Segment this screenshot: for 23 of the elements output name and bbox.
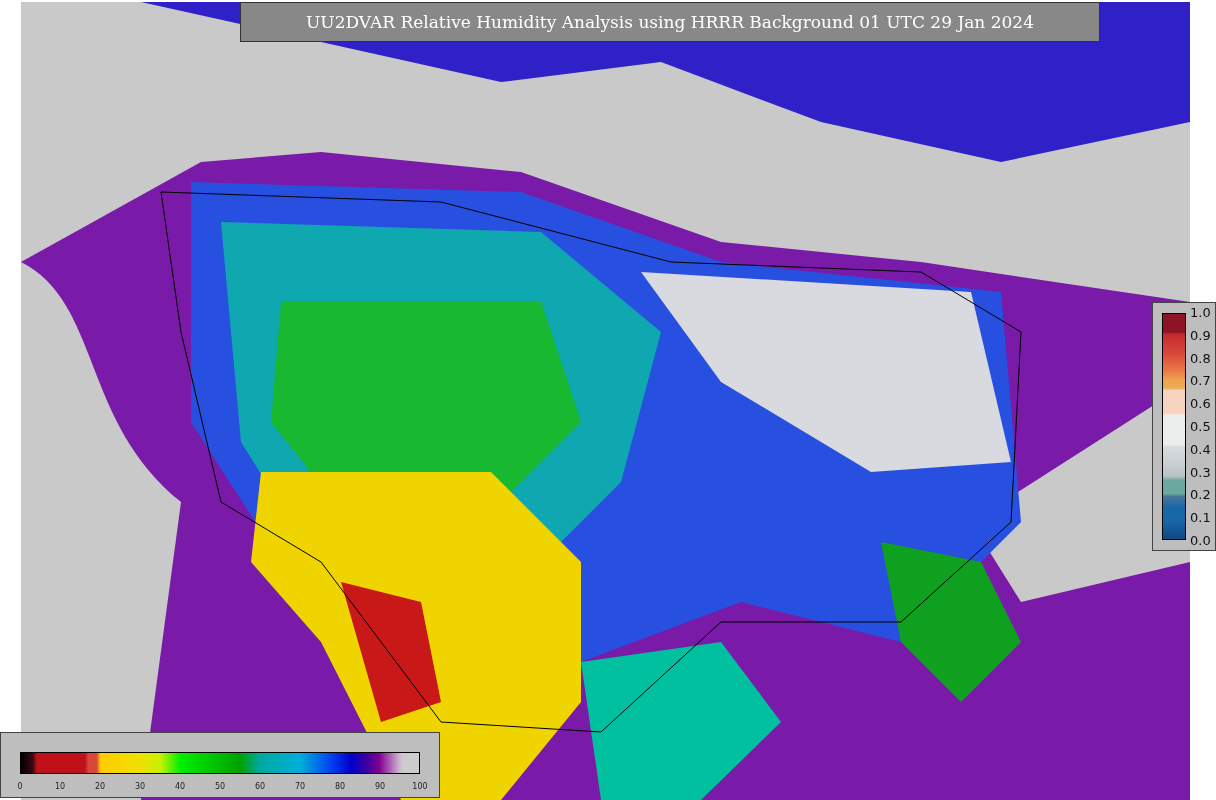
tick-label: 100 — [411, 781, 429, 791]
tick-label: 0.7 — [1190, 373, 1211, 389]
tick-label: 0.8 — [1190, 350, 1211, 366]
map-title: UU2DVAR Relative Humidity Analysis using HRRR Background 01 UTC 29 Jan 2024 — [240, 2, 1100, 42]
tick-label: 60 — [253, 781, 267, 791]
tick-label: 0.5 — [1190, 419, 1211, 434]
tick-label: 1.0 — [1190, 305, 1211, 320]
tick-label: 0.6 — [1190, 396, 1211, 412]
tick-label: 30 — [133, 781, 147, 791]
tick-label: 0.2 — [1190, 487, 1211, 503]
tick-label: 0.0 — [1190, 532, 1211, 548]
tick-label: 0.9 — [1190, 327, 1211, 343]
tick-label: 40 — [173, 781, 187, 791]
tick-label: 10 — [53, 781, 67, 791]
tick-label: 50 — [213, 781, 227, 791]
tick-label: 0.3 — [1190, 464, 1211, 480]
tick-label: 20 — [93, 781, 107, 791]
tick-label: 0.4 — [1190, 441, 1211, 457]
tick-label: 0 — [16, 781, 24, 791]
tick-label: 90 — [373, 781, 387, 791]
tick-label: 80 — [333, 781, 347, 791]
tick-label: 0.1 — [1190, 510, 1211, 526]
tick-label: 70 — [293, 781, 307, 791]
